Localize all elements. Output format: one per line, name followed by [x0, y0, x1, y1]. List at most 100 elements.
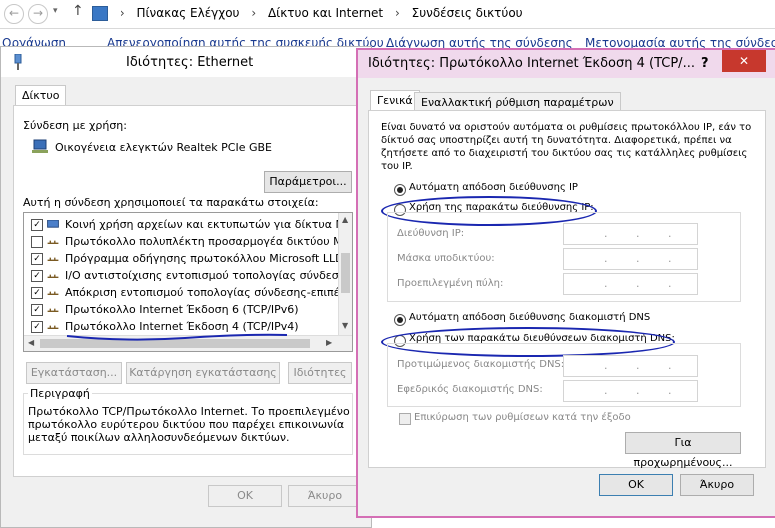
ip-dot: . — [668, 384, 672, 397]
preferred-dns-label: Προτιμώμενος διακομιστής DNS: — [397, 359, 565, 370]
preferred-dns-input[interactable]: ... — [563, 355, 698, 377]
recent-chevron-icon[interactable]: ▾ — [53, 6, 58, 16]
protocol-icon — [47, 291, 59, 295]
description-label: Περιγραφή — [28, 387, 92, 400]
scroll-left-icon[interactable]: ◀ — [28, 338, 34, 347]
item-label: Πρωτόκολλο Internet Έκδοση 6 (TCP/IPv6) — [65, 303, 299, 316]
item-label: Πρωτόκολλο πολυπλέκτη προσαρμογέα δικτύο… — [65, 235, 353, 248]
list-item[interactable]: ✓ Πρωτόκολλο Internet Έκδοση 6 (TCP/IPv6… — [24, 301, 352, 318]
ip-dot: . — [636, 252, 640, 265]
ethernet-ok-button[interactable]: ΟΚ — [208, 485, 282, 507]
item-label: I/O αντιστοίχισης εντοπισμού τοπολογίας … — [65, 269, 353, 282]
item-checkbox[interactable]: ✓ — [31, 270, 43, 282]
install-button[interactable]: Εγκατάσταση... — [26, 362, 122, 384]
ip-dot: . — [668, 252, 672, 265]
configure-button[interactable]: Παράμετροι... — [264, 171, 352, 193]
address-bar: ← → ▾ ↑ › Πίνακας Ελέγχου › Δίκτυο και I… — [0, 0, 775, 29]
item-checkbox[interactable]: ✓ — [31, 219, 43, 231]
subnet-mask-input[interactable]: ... — [563, 248, 698, 270]
connect-using-label: Σύνδεση με χρήση: — [23, 119, 127, 132]
protocol-icon — [47, 308, 59, 312]
auto-ip-label[interactable]: Αυτόματη απόδοση διεύθυνσης IP — [409, 182, 578, 193]
item-checkbox[interactable]: ✓ — [31, 304, 43, 316]
ip-dot: . — [604, 227, 608, 240]
breadcrumb-separator: › — [251, 6, 257, 20]
breadcrumb-item[interactable]: Δίκτυο και Internet — [268, 6, 383, 20]
description-line: μεταξύ ποικίλων αλληλοσυνδεόμενων δικτύω… — [28, 431, 290, 444]
breadcrumb-separator: › — [119, 6, 125, 20]
protocol-icon — [47, 325, 59, 329]
breadcrumb[interactable]: › Πίνακας Ελέγχου › Δίκτυο και Internet … — [92, 2, 531, 24]
alternate-dns-input[interactable]: ... — [563, 380, 698, 402]
item-checkbox[interactable] — [31, 236, 43, 248]
forward-button[interactable]: → — [28, 4, 48, 24]
tab-alternate-configuration[interactable]: Εναλλακτική ρύθμιση παραμέτρων — [414, 92, 621, 111]
auto-dns-label[interactable]: Αυτόματη απόδοση διεύθυνσης διακομιστή D… — [409, 312, 650, 323]
ipv4-title-bar[interactable]: Ιδιότητες: Πρωτόκολλο Internet Έκδοση 4 … — [358, 50, 775, 78]
tab-network[interactable]: Δίκτυο — [15, 85, 67, 106]
ip-dot: . — [636, 227, 640, 240]
close-button[interactable]: ✕ — [722, 50, 766, 72]
network-cable-icon — [14, 54, 22, 70]
validate-checkbox[interactable] — [399, 413, 411, 425]
item-checkbox[interactable]: ✓ — [31, 253, 43, 265]
alternate-dns-label: Εφεδρικός διακομιστής DNS: — [397, 384, 543, 395]
ipv4-dialog-title: Ιδιότητες: Πρωτόκολλο Internet Έκδοση 4 … — [368, 56, 695, 71]
item-checkbox[interactable]: ✓ — [31, 321, 43, 333]
vertical-scroll-thumb[interactable] — [341, 253, 350, 293]
ip-address-label: Διεύθυνση IP: — [397, 228, 465, 239]
ip-dot: . — [636, 277, 640, 290]
ip-address-input[interactable]: ... — [563, 223, 698, 245]
item-label: Κοινή χρήση αρχείων και εκτυπωτών για δί… — [65, 218, 353, 231]
items-label: Αυτή η σύνδεση χρησιμοποιεί τα παρακάτω … — [23, 196, 319, 209]
tab-general[interactable]: Γενικά — [370, 90, 420, 111]
intro-line: δίκτυό σας υποστηρίζει αυτή τη δυνατότητ… — [381, 135, 732, 146]
intro-line: του IP. — [381, 161, 413, 172]
list-item[interactable]: ✓ Απόκριση εντοπισμού τοπολογίας σύνδεση… — [24, 284, 353, 301]
advanced-button[interactable]: Για προχωρημένους... — [625, 432, 741, 469]
ethernet-cancel-button[interactable]: Άκυρο — [288, 485, 362, 507]
uninstall-button[interactable]: Κατάργηση εγκατάστασης — [126, 362, 280, 384]
list-item[interactable]: ✓ I/O αντιστοίχισης εντοπισμού τοπολογία… — [24, 267, 353, 284]
description-line: Πρωτόκολλο TCP/Πρωτόκολλο Internet. Το π… — [28, 405, 350, 418]
item-label: Απόκριση εντοπισμού τοπολογίας σύνδεσης-… — [65, 286, 353, 299]
vertical-scrollbar[interactable]: ▲ ▼ — [338, 213, 352, 335]
ip-dot: . — [636, 384, 640, 397]
properties-button[interactable]: Ιδιότητες — [288, 362, 352, 384]
list-item[interactable]: Πρωτόκολλο πολυπλέκτη προσαρμογέα δικτύο… — [24, 233, 353, 250]
network-adapter-icon — [32, 139, 48, 153]
description-line: πρωτόκολλο ευρύτερου δικτύου που παρέχει… — [28, 418, 345, 431]
ip-dot: . — [604, 277, 608, 290]
auto-dns-radio[interactable] — [394, 314, 406, 326]
close-icon: ✕ — [738, 54, 750, 68]
intro-line: Είναι δυνατό να οριστούν αυτόματα οι ρυθ… — [381, 122, 752, 133]
control-panel-icon — [92, 6, 108, 21]
scroll-right-icon[interactable]: ▶ — [326, 338, 332, 347]
item-label: Πρόγραμμα οδήγησης πρωτοκόλλου Microsoft… — [65, 252, 351, 265]
ethernet-dialog-title: Ιδιότητες: Ethernet — [126, 55, 254, 70]
auto-ip-radio[interactable] — [394, 184, 406, 196]
item-checkbox[interactable]: ✓ — [31, 287, 43, 299]
protocol-icon — [47, 240, 59, 244]
intro-line: ζητήσετε από το διαχειριστή του δικτύου … — [381, 148, 748, 159]
help-icon[interactable]: ? — [701, 56, 709, 71]
gateway-input[interactable]: ... — [563, 273, 698, 295]
gateway-label: Προεπιλεγμένη πύλη: — [397, 278, 504, 289]
validate-label[interactable]: Επικύρωση των ρυθμίσεων κατά την έξοδο — [414, 412, 631, 423]
ipv4-ok-button[interactable]: ΟΚ — [599, 474, 673, 496]
breadcrumb-item[interactable]: Συνδέσεις δικτύου — [412, 6, 523, 20]
ip-dot: . — [604, 359, 608, 372]
list-item[interactable]: ✓ Κοινή χρήση αρχείων και εκτυπωτών για … — [24, 216, 353, 233]
up-button[interactable]: ↑ — [72, 3, 84, 19]
annotation-underline — [66, 333, 288, 341]
ip-dot: . — [668, 277, 672, 290]
list-item[interactable]: ✓ Πρόγραμμα οδήγησης πρωτοκόλλου Microso… — [24, 250, 352, 267]
back-button[interactable]: ← — [4, 4, 24, 24]
share-computer-icon — [47, 220, 59, 228]
ipv4-cancel-button[interactable]: Άκυρο — [680, 474, 754, 496]
breadcrumb-item[interactable]: Πίνακας Ελέγχου — [136, 6, 239, 20]
scroll-up-icon[interactable]: ▲ — [342, 215, 348, 224]
ethernet-title-bar[interactable]: Ιδιότητες: Ethernet — [1, 47, 371, 77]
scroll-down-icon[interactable]: ▼ — [342, 321, 348, 330]
subnet-mask-label: Μάσκα υποδικτύου: — [397, 253, 495, 264]
